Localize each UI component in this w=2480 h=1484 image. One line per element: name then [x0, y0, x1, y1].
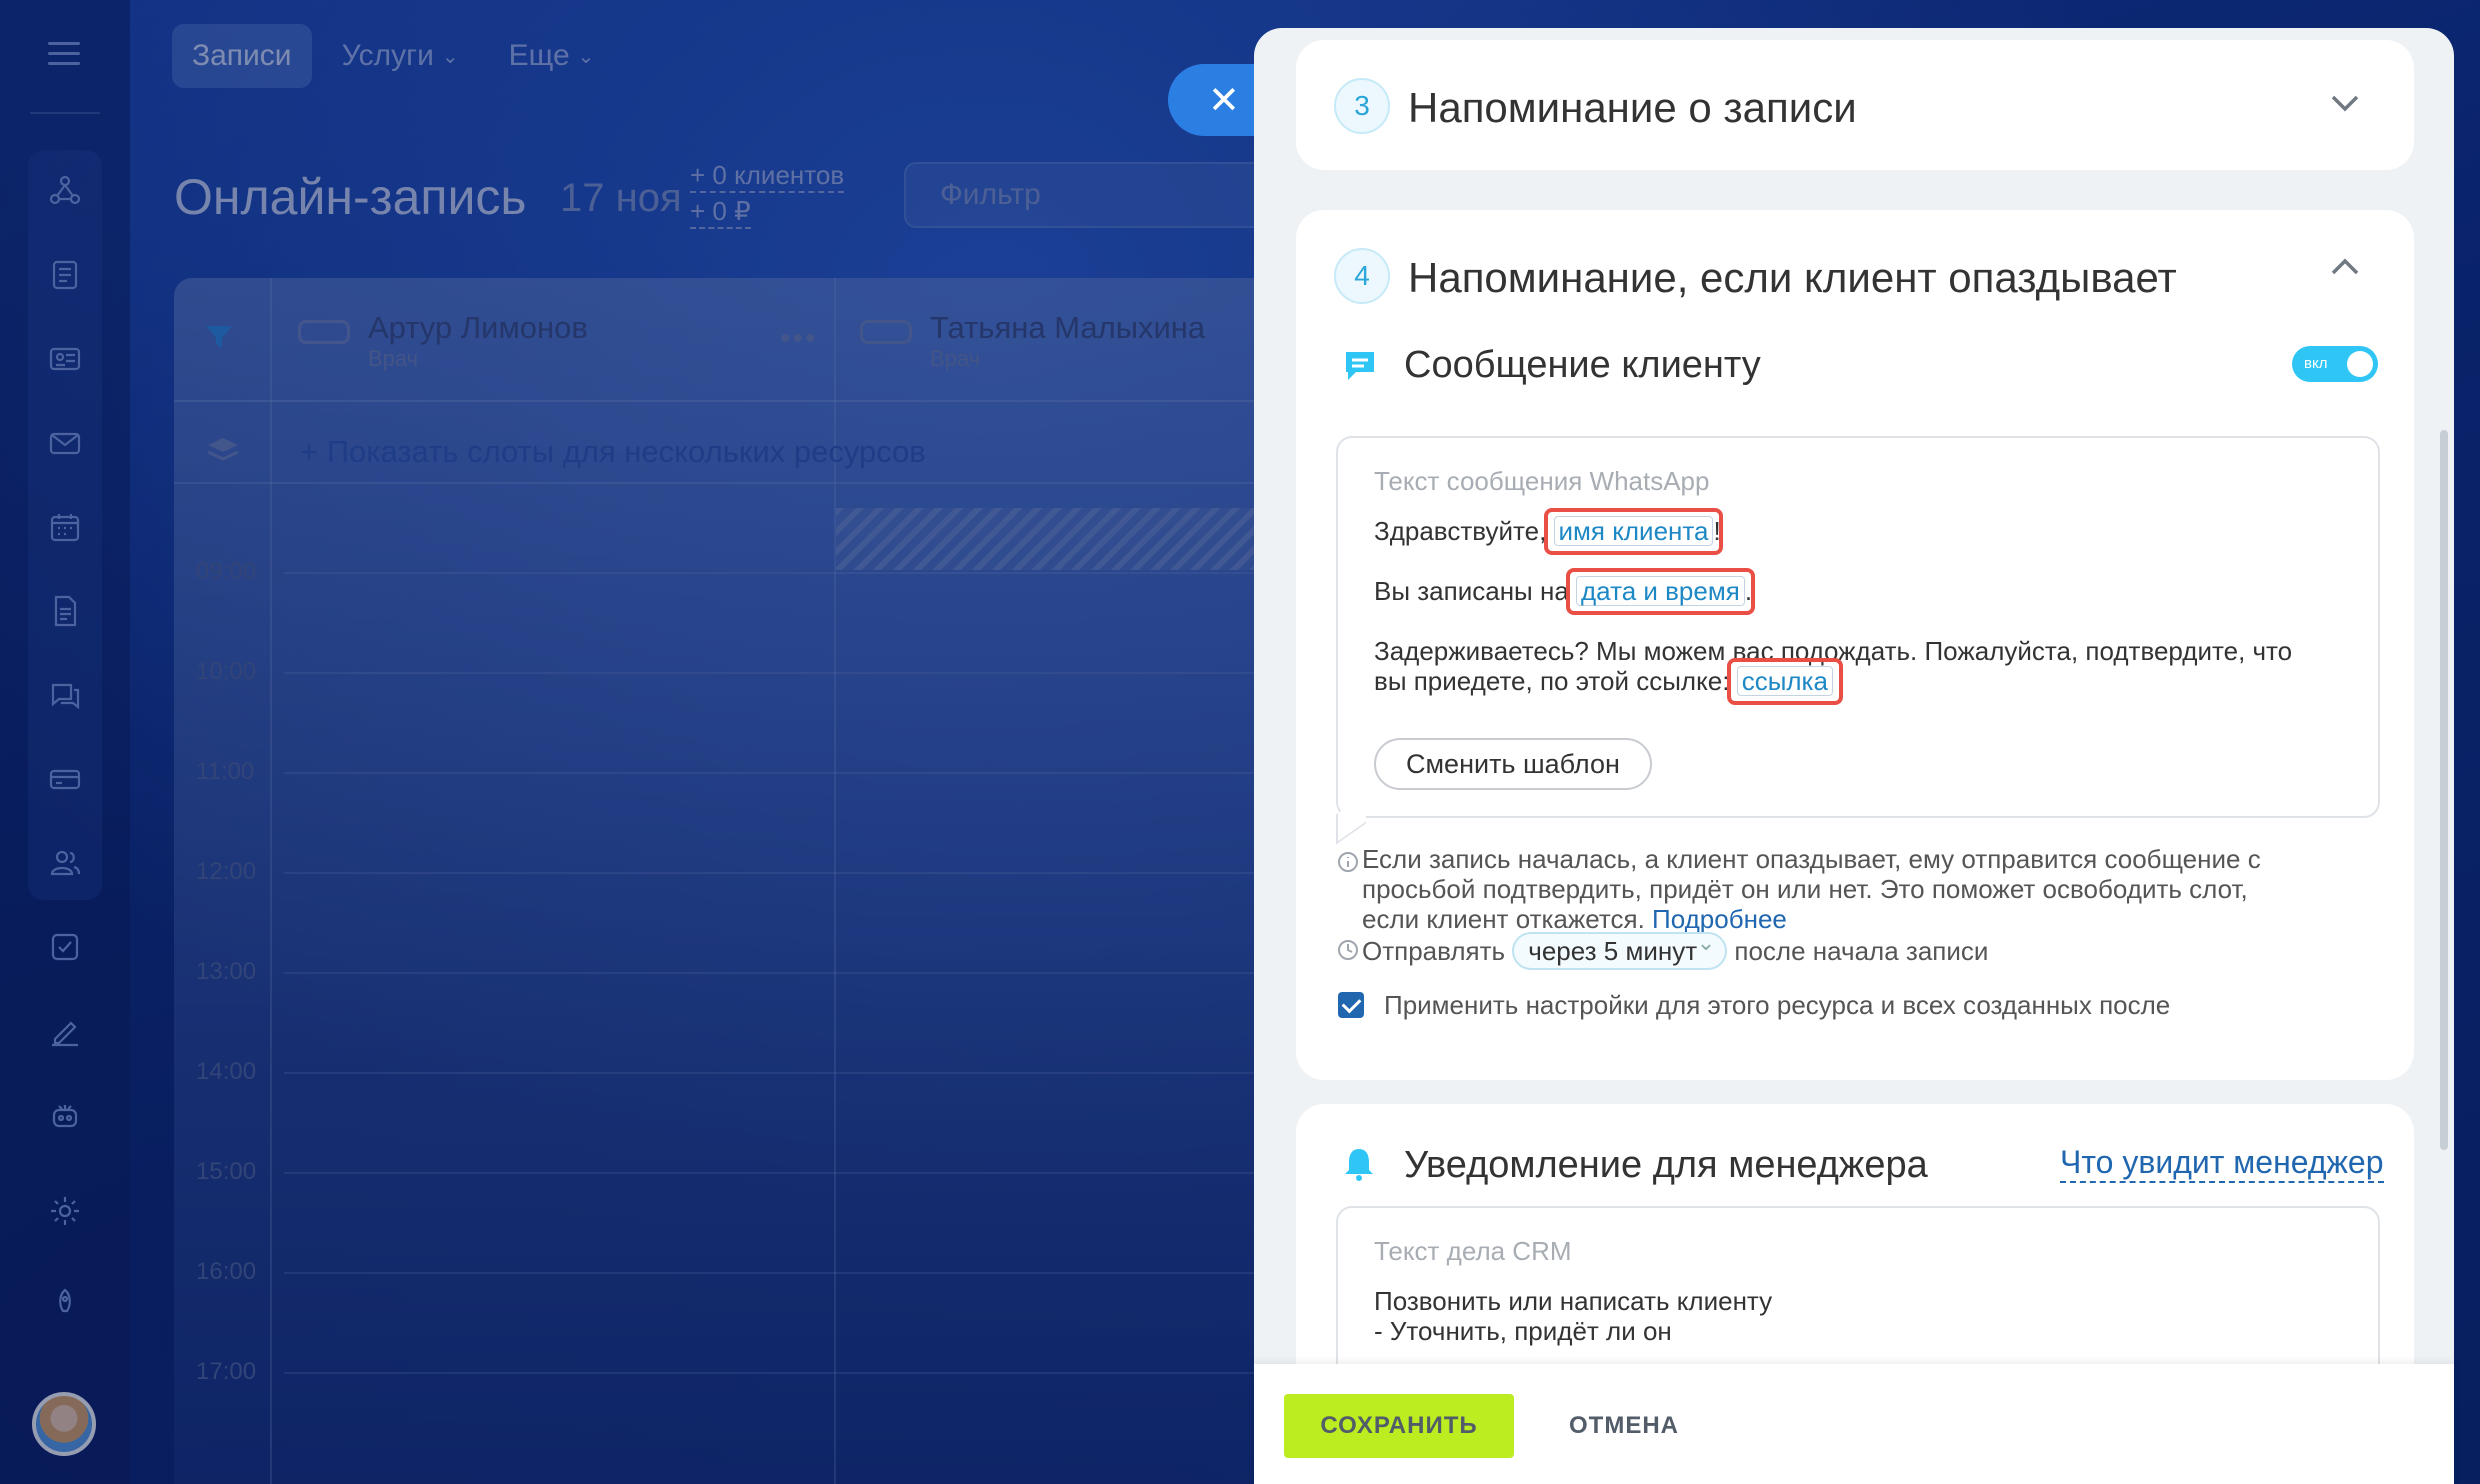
- apply-label: Применить настройки для этого ресурса и …: [1384, 990, 2171, 1020]
- chevron-up-icon[interactable]: [2330, 258, 2360, 276]
- close-icon: ✕: [1208, 79, 1240, 122]
- panel-scrollbar[interactable]: [2440, 430, 2448, 1150]
- step-4-card: 4 Напоминание, если клиент опаздывает Со…: [1296, 210, 2414, 1080]
- step-title: Напоминание о записи: [1408, 84, 1857, 131]
- crm-line: Позвонить или написать клиенту: [1374, 1286, 1773, 1316]
- variable-tag[interactable]: дата и время: [1576, 576, 1745, 606]
- message-line: Вы записаны на дата и время.: [1374, 568, 1755, 615]
- clock-icon: [1336, 938, 1360, 962]
- toggle-label: вкл: [2304, 355, 2328, 372]
- variable-tag[interactable]: имя клиента: [1553, 516, 1714, 546]
- message-text: вы приедете, по этой ссылке:: [1374, 666, 1737, 696]
- step-title: Напоминание, если клиент опаздывает: [1408, 254, 2177, 301]
- send-prefix: Отправлять: [1362, 936, 1506, 966]
- send-delay-row: Отправлять через 5 минут после начала за…: [1362, 928, 1989, 970]
- send-suffix: после начала записи: [1734, 936, 1989, 966]
- highlight-box: имя клиента: [1543, 508, 1724, 555]
- manager-preview-link[interactable]: Что увидит менеджер: [2060, 1144, 2384, 1183]
- bell-icon: [1345, 1149, 1373, 1181]
- change-template-button[interactable]: Сменить шаблон: [1374, 738, 1652, 790]
- crm-box-label: Текст дела CRM: [1374, 1236, 1572, 1266]
- save-button[interactable]: СОХРАНИТЬ: [1284, 1394, 1514, 1458]
- info-line: Если запись началась, а клиент опаздывае…: [1362, 844, 2261, 874]
- apply-checkbox[interactable]: [1338, 992, 1364, 1018]
- info-line: просьбой подтвердить, придёт он или нет.…: [1362, 874, 2248, 904]
- message-line: Здравствуйте, имя клиента!: [1374, 508, 1724, 555]
- step-number: 3: [1334, 78, 1390, 134]
- step-number: 4: [1334, 248, 1390, 304]
- panel-footer: СОХРАНИТЬ ОТМЕНА: [1254, 1364, 2454, 1484]
- message-line: вы приедете, по этой ссылке: ссылка: [1374, 658, 1844, 705]
- toggle-knob: [2347, 351, 2373, 377]
- section-title: Сообщение клиенту: [1404, 344, 1761, 386]
- message-box-label: Текст сообщения WhatsApp: [1374, 466, 1710, 496]
- more-link[interactable]: Подробнее: [1652, 904, 1787, 934]
- info-icon: [1336, 850, 1360, 874]
- highlight-box: дата и время: [1566, 568, 1755, 615]
- crm-line: - Уточнить, придёт ли он: [1374, 1316, 1672, 1346]
- step-3-card[interactable]: 3 Напоминание о записи: [1296, 40, 2414, 170]
- variable-tag[interactable]: ссылка: [1736, 666, 1833, 696]
- section-title: Уведомление для менеджера: [1404, 1144, 1928, 1186]
- highlight-box: ссылка: [1726, 658, 1844, 705]
- delay-select[interactable]: через 5 минут: [1512, 928, 1728, 970]
- info-line: если клиент откажется.: [1362, 904, 1653, 934]
- message-text: Здравствуйте,: [1374, 516, 1554, 546]
- chevron-down-icon[interactable]: [2330, 94, 2360, 112]
- message-toggle[interactable]: вкл: [2292, 346, 2378, 382]
- message-editor[interactable]: Текст сообщения WhatsApp Здравствуйте, и…: [1336, 436, 2380, 818]
- settings-panel: 3 Напоминание о записи 4 Напоминание, ес…: [1254, 28, 2454, 1484]
- message-text: Вы записаны на: [1374, 576, 1577, 606]
- message-icon: [1346, 352, 1374, 380]
- info-text: Если запись началась, а клиент опаздывае…: [1362, 844, 2261, 934]
- cancel-button[interactable]: ОТМЕНА: [1544, 1394, 1704, 1458]
